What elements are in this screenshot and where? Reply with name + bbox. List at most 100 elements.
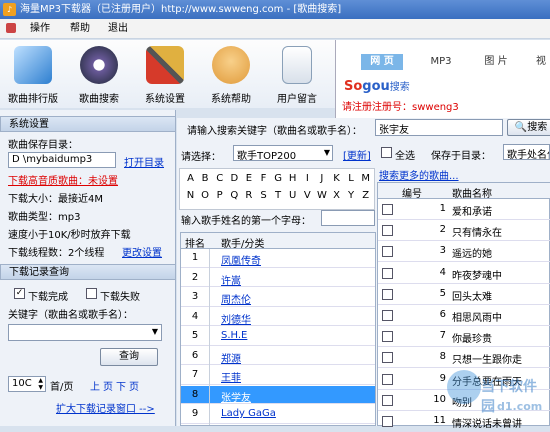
song-row[interactable]: 6 相思风雨中	[378, 305, 550, 326]
spinner-arrows-icon[interactable]: ▲ ▼	[38, 377, 43, 391]
song-checkbox[interactable]	[382, 352, 393, 364]
toolbar-button-chart[interactable]: 歌曲排行版	[4, 46, 62, 105]
singer-link[interactable]: 郑源	[221, 350, 241, 365]
song-checkbox[interactable]	[382, 267, 393, 279]
song-checkbox[interactable]	[382, 204, 393, 215]
last-page-link[interactable]: 页	[129, 378, 139, 393]
save-dir-field[interactable]: D \mybaidump3	[8, 152, 116, 168]
letter-button[interactable]: S	[257, 190, 270, 201]
song-checkbox[interactable]	[382, 225, 393, 237]
keyword-combo[interactable]: ▼	[8, 324, 162, 341]
letter-button[interactable]: Z	[359, 190, 372, 201]
letter-button[interactable]: D	[228, 173, 241, 184]
letter-button[interactable]: U	[286, 190, 299, 201]
toolbar-button-settings[interactable]: 系统设置	[136, 46, 194, 105]
hq-setting-link[interactable]: 下载高音质歌曲：未设置	[8, 172, 118, 187]
song-checkbox[interactable]	[382, 394, 393, 406]
song-checkbox[interactable]	[382, 310, 393, 321]
letter-button[interactable]: E	[242, 173, 255, 184]
search-input[interactable]: 张宇友	[375, 119, 503, 136]
toolbar-button-help[interactable]: 系统帮助	[202, 46, 260, 105]
singer-row[interactable]: 4 刘德华	[181, 308, 375, 327]
song-row[interactable]: 7 你最珍贵	[378, 326, 550, 348]
search-button[interactable]: 🔍搜索	[507, 119, 550, 136]
letter-button[interactable]: K	[330, 173, 343, 184]
col-singer-header[interactable]: 歌手/分类	[221, 235, 264, 250]
singer-row[interactable]: 7 王菲	[181, 366, 375, 385]
menu-item-operate[interactable]: 操作	[30, 19, 50, 39]
song-checkbox[interactable]	[382, 416, 393, 427]
open-dir-link[interactable]: 打开目录	[124, 154, 164, 169]
page-size-spinner[interactable]: 10C ▲ ▼	[8, 376, 46, 392]
letter-button[interactable]: O	[199, 190, 212, 201]
singer-row[interactable]: 2 许嵩	[181, 269, 375, 288]
singer-link[interactable]: 王菲	[221, 369, 241, 384]
prev-page-link[interactable]: 上	[90, 378, 100, 393]
letter-button[interactable]: P	[213, 190, 226, 201]
letter-button[interactable]: F	[257, 173, 270, 184]
singer-link[interactable]: 刘德华	[221, 311, 251, 326]
select-all-checkbox[interactable]	[381, 147, 392, 158]
first-letter-input[interactable]	[321, 210, 375, 226]
singer-row[interactable]: 9 Lady GaGa	[181, 405, 375, 424]
col-rank-header[interactable]: 排名	[185, 235, 205, 250]
tab-images[interactable]: 图 片	[476, 54, 516, 70]
sogou-logo[interactable]: Sogou搜索	[344, 78, 410, 94]
song-row[interactable]: 2 只有情永在	[378, 220, 550, 242]
letter-button[interactable]: Q	[228, 190, 241, 201]
singer-link[interactable]: 周杰伦	[221, 291, 251, 306]
song-checkbox[interactable]	[382, 331, 393, 343]
letter-button[interactable]: C	[213, 173, 226, 184]
tab-video[interactable]: 视	[531, 54, 550, 70]
letter-button[interactable]: V	[301, 190, 314, 201]
letter-button[interactable]: G	[272, 173, 285, 184]
letter-button[interactable]: B	[199, 173, 212, 184]
fail-checkbox[interactable]	[86, 288, 97, 299]
song-row[interactable]: 1 爱和承诺	[378, 199, 550, 220]
menu-item-help[interactable]: 帮助	[70, 19, 90, 39]
song-checkbox[interactable]	[382, 288, 393, 300]
song-checkbox[interactable]	[382, 246, 393, 258]
letter-button[interactable]: J	[315, 173, 328, 184]
letter-button[interactable]: A	[184, 173, 197, 184]
letter-button[interactable]: N	[184, 190, 197, 201]
change-settings-link[interactable]: 更改设置	[122, 244, 162, 259]
refresh-link[interactable]: [更新]	[343, 147, 371, 162]
tab-mp3[interactable]: MP3	[421, 54, 461, 70]
song-row[interactable]: 8 只想一生跟你走	[378, 347, 550, 369]
letter-button[interactable]: L	[345, 173, 358, 184]
col-title-header[interactable]: 歌曲名称	[452, 185, 492, 200]
singer-row[interactable]: 1 凤凰传奇	[181, 249, 375, 268]
more-songs-link[interactable]: 搜索更多的歌曲...	[379, 167, 459, 182]
category-select[interactable]: 歌手TOP200 ▼	[233, 145, 333, 162]
letter-button[interactable]: W	[315, 190, 328, 201]
letter-button[interactable]: T	[272, 190, 285, 201]
letter-button[interactable]: Y	[345, 190, 358, 201]
save-to-select[interactable]: 歌手处名仁	[503, 144, 550, 160]
letter-button[interactable]: R	[242, 190, 255, 201]
toolbar-button-message[interactable]: 用户留言	[268, 46, 326, 105]
singer-link[interactable]: Lady GaGa	[221, 408, 276, 419]
song-checkbox[interactable]	[382, 373, 393, 385]
letter-button[interactable]: X	[330, 190, 343, 201]
toolbar-button-search[interactable]: 歌曲搜索	[70, 46, 128, 105]
page-link[interactable]: 页	[103, 378, 113, 393]
expand-records-link[interactable]: 扩大下载记录窗口 -->	[56, 400, 155, 415]
col-number-header[interactable]: 编号	[402, 185, 422, 200]
singer-link[interactable]: 张学友	[221, 389, 251, 404]
singer-row[interactable]: 8 张学友	[181, 385, 375, 405]
letter-button[interactable]: I	[301, 173, 314, 184]
letter-button[interactable]: M	[359, 173, 372, 184]
singer-link[interactable]: 凤凰传奇	[221, 252, 261, 267]
singer-row[interactable]: 6 郑源	[181, 347, 375, 366]
singer-link[interactable]: S.H.E	[221, 330, 247, 341]
song-row[interactable]: 5 回头太难	[378, 284, 550, 305]
singer-row[interactable]: 3 周杰伦	[181, 288, 375, 307]
next-page-link[interactable]: 下	[116, 378, 126, 393]
song-row[interactable]: 4 昨夜梦魂中	[378, 263, 550, 284]
song-row[interactable]: 3 遥远的她	[378, 241, 550, 263]
done-checkbox[interactable]: ✓	[14, 288, 25, 299]
tab-web[interactable]: 网 页	[361, 54, 403, 70]
query-button[interactable]: 查询	[100, 348, 158, 366]
menu-item-exit[interactable]: 退出	[108, 19, 128, 39]
